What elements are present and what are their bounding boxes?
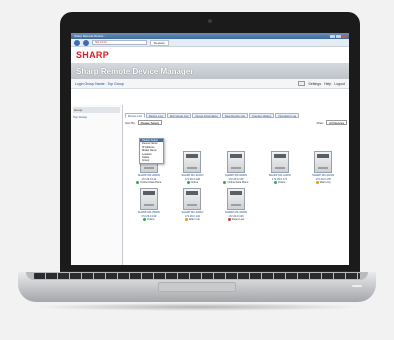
printer-icon — [183, 188, 202, 210]
settings-link[interactable]: Settings — [308, 82, 321, 86]
device-status: Warm-Up — [315, 181, 331, 184]
status-text: Online Data Plane — [140, 181, 162, 184]
device-status: Paper Low — [227, 218, 245, 221]
device-tile[interactable]: SHARP MX-4101N 172.29.0.178 Warm-Up — [301, 151, 345, 184]
app-header: Sharp Remote Device Manager — [71, 63, 349, 79]
tab-group-information[interactable]: Group Information — [192, 113, 221, 118]
device-status: Online Data Plane — [136, 181, 161, 184]
address-bar[interactable]: http://srdm — [92, 40, 147, 45]
tab-sub-group-list[interactable]: Sub Group List — [166, 113, 192, 118]
tab-operation-log[interactable]: Operation Log — [275, 113, 300, 118]
tab-counter-history[interactable]: Counter History — [248, 113, 275, 118]
tab-device-list[interactable]: Device List — [125, 113, 145, 118]
window-controls — [330, 34, 349, 38]
device-tile[interactable]: SHARP MX-6000N 172.29.0.136 Online Data … — [214, 151, 258, 184]
device-status: Online — [143, 218, 155, 221]
device-name: SHARP MX-3100N — [224, 211, 247, 214]
close-icon[interactable] — [342, 34, 347, 38]
sharp-logo: SHARP — [76, 50, 110, 60]
printer-icon — [183, 151, 202, 173]
tab-device-log[interactable]: Device Log — [145, 113, 166, 118]
sort-row: Sort By: Please Select Filter: All Devic… — [125, 120, 347, 125]
status-warning-icon — [184, 218, 188, 221]
device-tile[interactable]: SHARP MX-3500N 172.29.0.199 Online — [127, 188, 171, 221]
group-sidebar: Group Top Group — [71, 105, 123, 265]
laptop-shadow — [30, 303, 364, 311]
device-tile[interactable]: SHARP MX-2301N 172.29.0.134 Warm-Up — [171, 188, 215, 221]
app-body: Group Top Group Device List Device Log S… — [71, 105, 349, 265]
keyboard — [34, 273, 360, 279]
status-text: Paper Low — [231, 218, 245, 221]
menu-item[interactable]: Group — [140, 159, 163, 162]
printer-icon — [226, 151, 245, 173]
brand-bar: SHARP — [71, 47, 349, 63]
sort-label: Sort By: — [125, 120, 136, 125]
device-name: SHARP MX-3500N — [137, 211, 160, 214]
device-status: Online — [273, 181, 286, 184]
login-group-text: Login Group Name : Top Group — [75, 81, 124, 86]
sort-dropdown-menu: Please Select Device Name IP Address Mod… — [139, 138, 164, 164]
device-name: SHARP MX-4101N — [181, 174, 204, 177]
status-text: Online — [277, 181, 286, 184]
browser-toolbar: http://srdm Devices — [71, 39, 349, 47]
tree-item-top-group[interactable]: Top Group — [73, 115, 120, 119]
printer-icon — [270, 151, 289, 173]
minimize-icon[interactable] — [330, 34, 335, 38]
status-text: Warm-Up — [319, 181, 331, 184]
device-status: Online — [186, 181, 199, 184]
device-name: SHARP MX-4101N — [312, 174, 335, 177]
printer-icon — [314, 151, 333, 173]
refresh-button[interactable] — [298, 81, 306, 86]
tab-bar: Device List Device Log Sub Group List Gr… — [125, 113, 347, 118]
status-online-icon — [136, 181, 140, 184]
sidebar-header: Group — [73, 107, 120, 113]
laptop-screen: Sharp Remote Device... http://srdm Devic… — [71, 33, 349, 265]
device-tile[interactable]: SHARP MX-4101N 172.29.0.128 Online — [171, 151, 215, 184]
filter-select[interactable]: All Devices — [326, 120, 347, 125]
printer-icon — [139, 188, 158, 210]
status-error-icon — [227, 218, 231, 221]
login-row: Login Group Name : Top Group Settings He… — [71, 79, 349, 89]
camera — [208, 19, 212, 23]
status-text: Online Data Plane — [227, 181, 249, 184]
status-text: Online — [147, 218, 155, 221]
window-title: Sharp Remote Device... — [74, 34, 106, 38]
device-name: SHARP MX-2301N — [181, 211, 204, 214]
status-warning-icon — [315, 181, 319, 184]
device-name: SHARP MX-2600N — [137, 174, 160, 177]
status-text: Warm-Up — [188, 218, 200, 221]
sort-select[interactable]: Please Select — [137, 120, 163, 125]
forward-icon[interactable] — [83, 39, 89, 46]
device-status: Warm-Up — [184, 218, 200, 221]
maximize-icon[interactable] — [336, 34, 341, 38]
status-online-icon — [223, 181, 227, 184]
device-tile[interactable]: SHARP MX-3100N 172.29.0.139 Paper Low — [214, 188, 258, 221]
tab-new-device-list[interactable]: New Device List — [221, 113, 248, 118]
logout-link[interactable]: Logout — [334, 82, 345, 86]
filter-label: Filter: — [316, 120, 325, 125]
main-panel: Device List Device Log Sub Group List Gr… — [123, 105, 349, 265]
page-title: Sharp Remote Device Manager — [76, 66, 194, 76]
status-online-icon — [273, 181, 277, 184]
device-status: Online Data Plane — [223, 181, 249, 184]
status-online-icon — [186, 181, 190, 184]
device-name: SHARP MX-4100N — [268, 174, 291, 177]
device-tile[interactable]: SHARP MX-4100N 172.29.0.173 Online — [258, 151, 302, 184]
status-led — [352, 285, 362, 287]
laptop-bezel: Sharp Remote Device... http://srdm Devic… — [60, 12, 360, 274]
device-name: SHARP MX-6000N — [224, 174, 247, 177]
help-link[interactable]: Help — [324, 82, 331, 86]
status-online-icon — [143, 218, 147, 221]
header-links: Settings Help Logout — [298, 81, 345, 86]
browser-tab[interactable]: Devices — [150, 39, 169, 46]
back-icon[interactable] — [74, 39, 80, 46]
trackpad — [158, 282, 236, 292]
status-text: Online — [190, 181, 199, 184]
product-photo: Sharp Remote Device... http://srdm Devic… — [0, 0, 394, 340]
printer-icon — [226, 188, 245, 210]
